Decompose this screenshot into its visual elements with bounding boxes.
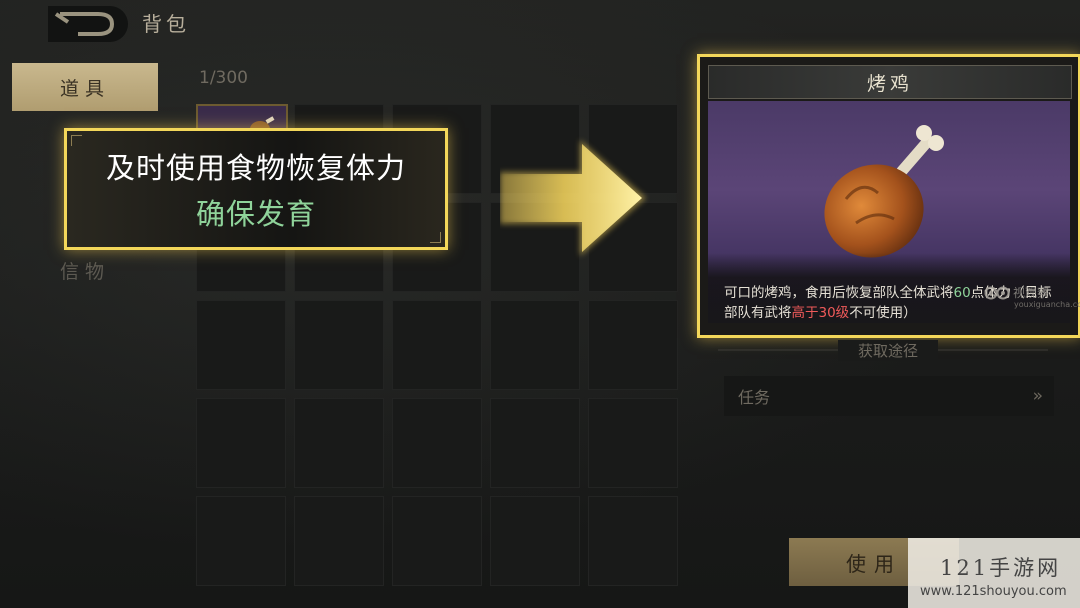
inventory-slot[interactable] [490,496,580,586]
desc-text: 可口的烤鸡，食用后恢复部队全体武将 [724,285,954,301]
inventory-slot[interactable] [294,496,384,586]
inventory-slot[interactable] [588,398,678,488]
inventory-slot[interactable] [588,300,678,390]
inventory-slot[interactable] [196,398,286,488]
watermark-inline-text: 视观察 [1013,286,1050,300]
source-title: 获取途径 [838,340,938,361]
tutorial-callout: 及时使用食物恢复体力 确保发育 [64,128,448,250]
source-item-label: 任务 [738,388,771,407]
item-name: 烤鸡 [708,65,1072,99]
watermark-title: 121手游网 [940,556,1062,580]
inventory-slot[interactable] [196,300,286,390]
back-arrow-icon [54,12,115,36]
roast-chicken-icon [824,125,944,258]
desc-text: 不可使用） [849,305,917,321]
inventory-slot[interactable] [490,398,580,488]
inventory-slot[interactable] [490,300,580,390]
page-title: 背包 [142,12,190,36]
inventory-capacity: 1/300 [199,68,248,88]
tab-items[interactable]: 道具 [12,63,158,111]
watermark-inline: 视观察 youxiguancha.com [984,284,1080,309]
desc-condition: 高于30级 [791,305,850,321]
inventory-slot[interactable] [294,398,384,488]
eye-logo-icon [984,286,1010,299]
callout-line1: 及时使用食物恢复体力 [105,151,406,185]
callout-line2: 确保发育 [195,197,316,231]
back-button[interactable] [48,6,128,42]
inventory-slot[interactable] [392,300,482,390]
inventory-slot[interactable] [588,496,678,586]
watermark-url: www.121shouyou.com [920,584,1067,599]
tab-tokens[interactable]: 信物 [12,246,158,294]
source-item-quest[interactable]: 任务 » [724,376,1054,416]
desc-value: 60 [953,285,971,301]
watermark-box: 121手游网 www.121shouyou.com [908,538,1080,608]
inventory-slot[interactable] [196,496,286,586]
inventory-slot[interactable] [392,496,482,586]
inventory-slot[interactable] [294,300,384,390]
pointer-arrow-icon [500,140,646,256]
inventory-slot[interactable] [392,398,482,488]
watermark-inline-sub: youxiguancha.com [1014,300,1080,309]
chevron-right-icon: » [1032,386,1044,406]
